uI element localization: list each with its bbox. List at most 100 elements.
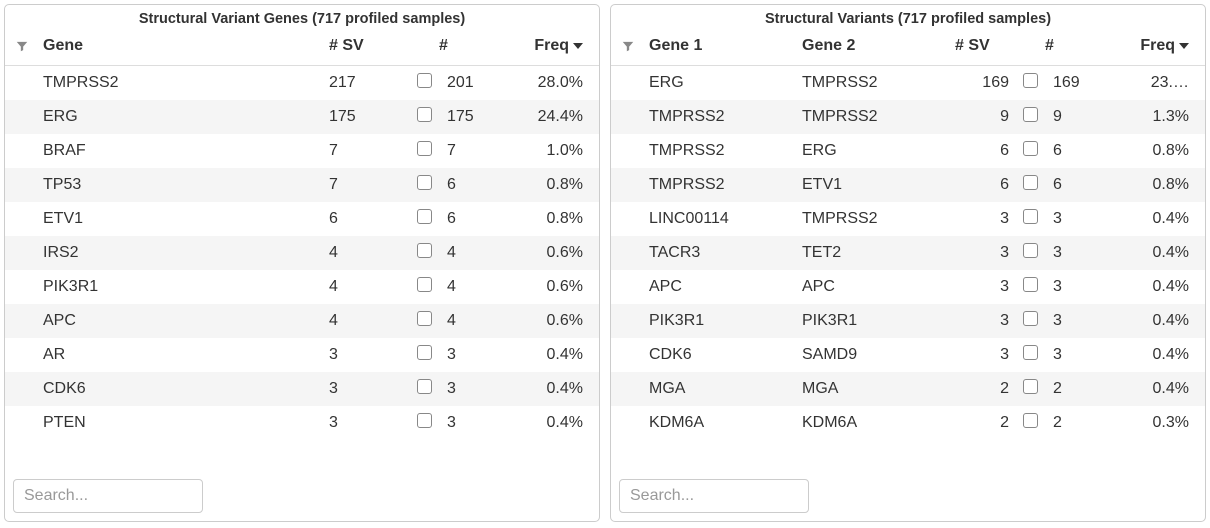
table-row[interactable]: AR330.4% bbox=[5, 338, 599, 372]
row-checkbox[interactable] bbox=[417, 141, 432, 156]
cell-num: 3 bbox=[439, 414, 499, 432]
cell-num: 201 bbox=[439, 74, 499, 92]
sv-variants-body[interactable]: ERGTMPRSS216916923.…TMPRSS2TMPRSS2991.3%… bbox=[611, 66, 1205, 473]
row-checkbox[interactable] bbox=[1023, 413, 1038, 428]
col-gene[interactable]: Gene bbox=[43, 37, 329, 55]
table-row[interactable]: TACR3TET2330.4% bbox=[611, 236, 1205, 270]
cell-sv: 7 bbox=[329, 142, 409, 160]
cell-gene: PIK3R1 bbox=[43, 278, 329, 296]
col-num[interactable]: # bbox=[439, 37, 499, 55]
cell-gene: CDK6 bbox=[43, 380, 329, 398]
sv-variants-search-input[interactable] bbox=[619, 479, 809, 513]
table-row[interactable]: KDM6AKDM6A220.3% bbox=[611, 406, 1205, 440]
cell-freq: 23.… bbox=[1105, 74, 1195, 92]
cell-sv: 169 bbox=[955, 74, 1015, 92]
row-checkbox[interactable] bbox=[1023, 107, 1038, 122]
cell-gene1: LINC00114 bbox=[649, 210, 802, 228]
sv-genes-search-input[interactable] bbox=[13, 479, 203, 513]
cell-gene: IRS2 bbox=[43, 244, 329, 262]
table-row[interactable]: BRAF771.0% bbox=[5, 134, 599, 168]
col-freq[interactable]: Freq bbox=[1105, 37, 1195, 55]
cell-gene: TP53 bbox=[43, 176, 329, 194]
col-sv[interactable]: # SV bbox=[329, 37, 409, 55]
col-gene2[interactable]: Gene 2 bbox=[802, 37, 955, 55]
filter-icon[interactable] bbox=[15, 37, 43, 55]
row-checkbox[interactable] bbox=[1023, 277, 1038, 292]
cell-gene1: TMPRSS2 bbox=[649, 108, 802, 126]
cell-freq: 0.8% bbox=[499, 210, 589, 228]
cell-freq: 0.3% bbox=[1105, 414, 1195, 432]
cell-freq: 0.8% bbox=[499, 176, 589, 194]
row-checkbox[interactable] bbox=[1023, 311, 1038, 326]
filter-icon[interactable] bbox=[621, 37, 649, 55]
cell-sv: 3 bbox=[329, 414, 409, 432]
table-row[interactable]: APCAPC330.4% bbox=[611, 270, 1205, 304]
cell-sv: 3 bbox=[955, 278, 1015, 296]
row-checkbox[interactable] bbox=[417, 413, 432, 428]
table-row[interactable]: LINC00114TMPRSS2330.4% bbox=[611, 202, 1205, 236]
row-checkbox[interactable] bbox=[417, 209, 432, 224]
row-checkbox[interactable] bbox=[1023, 175, 1038, 190]
col-freq[interactable]: Freq bbox=[499, 37, 589, 55]
table-row[interactable]: ERGTMPRSS216916923.… bbox=[611, 66, 1205, 100]
cell-freq: 1.3% bbox=[1105, 108, 1195, 126]
row-checkbox[interactable] bbox=[1023, 73, 1038, 88]
cell-num: 6 bbox=[439, 176, 499, 194]
table-row[interactable]: PTEN330.4% bbox=[5, 406, 599, 440]
table-row[interactable]: ETV1660.8% bbox=[5, 202, 599, 236]
col-sv[interactable]: # SV bbox=[955, 37, 1015, 55]
col-num[interactable]: # bbox=[1045, 37, 1105, 55]
cell-gene: AR bbox=[43, 346, 329, 364]
cell-num: 3 bbox=[439, 346, 499, 364]
sv-genes-body[interactable]: TMPRSS221720128.0%ERG17517524.4%BRAF771.… bbox=[5, 66, 599, 473]
row-checkbox[interactable] bbox=[417, 243, 432, 258]
table-row[interactable]: CDK6SAMD9330.4% bbox=[611, 338, 1205, 372]
table-row[interactable]: TMPRSS2TMPRSS2991.3% bbox=[611, 100, 1205, 134]
col-gene1[interactable]: Gene 1 bbox=[649, 37, 802, 55]
cell-freq: 0.4% bbox=[499, 380, 589, 398]
cell-gene: TMPRSS2 bbox=[43, 74, 329, 92]
row-checkbox[interactable] bbox=[1023, 345, 1038, 360]
cell-gene2: TMPRSS2 bbox=[802, 108, 955, 126]
table-row[interactable]: CDK6330.4% bbox=[5, 372, 599, 406]
cell-sv: 4 bbox=[329, 312, 409, 330]
row-checkbox[interactable] bbox=[417, 107, 432, 122]
cell-num: 3 bbox=[1045, 312, 1105, 330]
row-checkbox[interactable] bbox=[1023, 141, 1038, 156]
sort-desc-icon bbox=[1179, 43, 1189, 49]
table-row[interactable]: IRS2440.6% bbox=[5, 236, 599, 270]
cell-gene1: TMPRSS2 bbox=[649, 176, 802, 194]
row-checkbox[interactable] bbox=[1023, 243, 1038, 258]
table-row[interactable]: APC440.6% bbox=[5, 304, 599, 338]
table-row[interactable]: TMPRSS2ETV1660.8% bbox=[611, 168, 1205, 202]
cell-num: 3 bbox=[1045, 244, 1105, 262]
row-checkbox[interactable] bbox=[417, 175, 432, 190]
row-checkbox[interactable] bbox=[417, 345, 432, 360]
cell-sv: 2 bbox=[955, 380, 1015, 398]
table-row[interactable]: MGAMGA220.4% bbox=[611, 372, 1205, 406]
cell-gene: ETV1 bbox=[43, 210, 329, 228]
row-checkbox[interactable] bbox=[417, 277, 432, 292]
cell-freq: 0.6% bbox=[499, 244, 589, 262]
cell-gene1: CDK6 bbox=[649, 346, 802, 364]
table-row[interactable]: TP53760.8% bbox=[5, 168, 599, 202]
table-row[interactable]: TMPRSS2ERG660.8% bbox=[611, 134, 1205, 168]
cell-gene: ERG bbox=[43, 108, 329, 126]
cell-freq: 28.0% bbox=[499, 74, 589, 92]
table-row[interactable]: TMPRSS221720128.0% bbox=[5, 66, 599, 100]
table-row[interactable]: ERG17517524.4% bbox=[5, 100, 599, 134]
row-checkbox[interactable] bbox=[1023, 379, 1038, 394]
cell-freq: 0.4% bbox=[1105, 346, 1195, 364]
cell-gene2: MGA bbox=[802, 380, 955, 398]
table-row[interactable]: PIK3R1440.6% bbox=[5, 270, 599, 304]
row-checkbox[interactable] bbox=[417, 311, 432, 326]
cell-gene2: KDM6A bbox=[802, 414, 955, 432]
row-checkbox[interactable] bbox=[417, 379, 432, 394]
cell-num: 169 bbox=[1045, 74, 1105, 92]
cell-gene2: TMPRSS2 bbox=[802, 74, 955, 92]
row-checkbox[interactable] bbox=[417, 73, 432, 88]
row-checkbox[interactable] bbox=[1023, 209, 1038, 224]
cell-gene2: ERG bbox=[802, 142, 955, 160]
table-row[interactable]: PIK3R1PIK3R1330.4% bbox=[611, 304, 1205, 338]
cell-sv: 2 bbox=[955, 414, 1015, 432]
